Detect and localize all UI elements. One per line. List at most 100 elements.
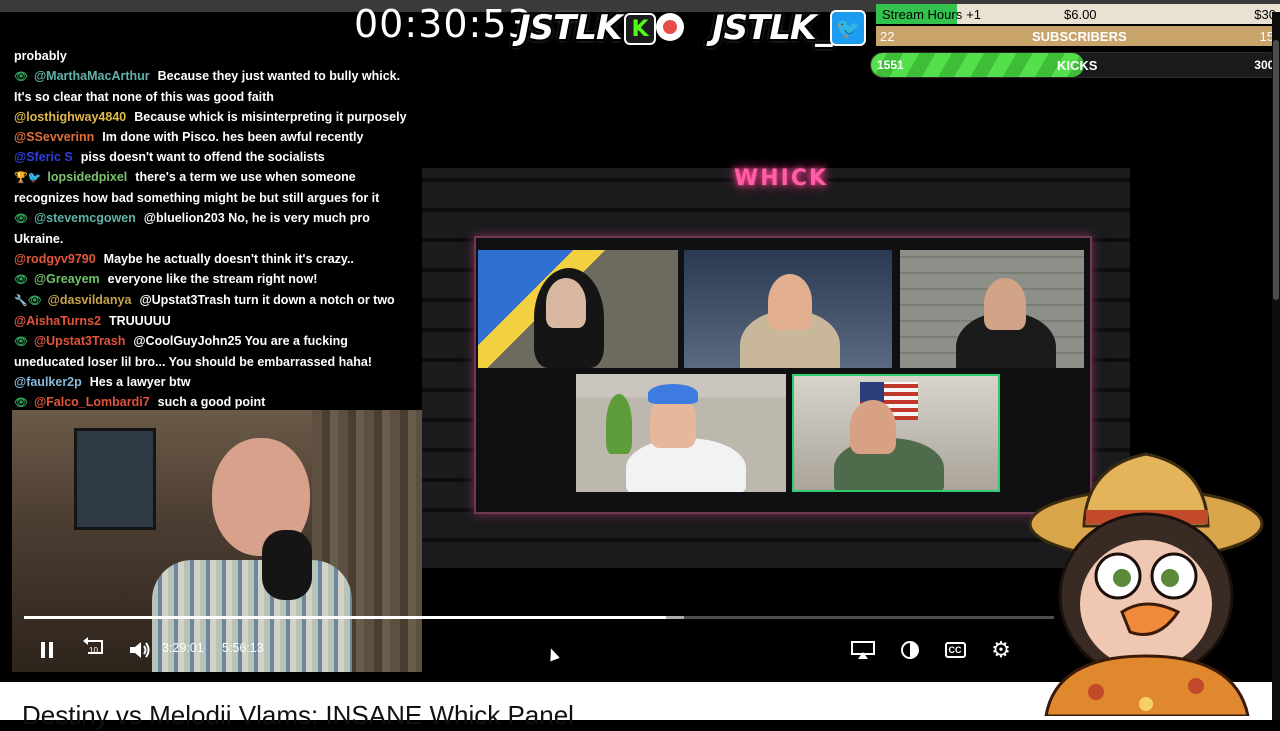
microphone bbox=[262, 530, 312, 600]
chat-message: 👁 @Upstat3Trash @CoolGuyJohn25 You are a f… bbox=[14, 331, 420, 372]
scrollbar-thumb[interactable] bbox=[1273, 40, 1279, 300]
chat-badge-icon: 🏆🐦 bbox=[14, 172, 42, 184]
current-time: 3:29:01 bbox=[162, 641, 204, 655]
chat-badge-icon: 👁 bbox=[14, 71, 28, 83]
volume-button[interactable] bbox=[126, 636, 154, 664]
chat-text: TRUUUUU bbox=[108, 314, 171, 328]
chat-message: @Sferic S piss doesn't want to offend the… bbox=[14, 147, 420, 167]
chat-username[interactable]: @Sferic S bbox=[14, 150, 73, 164]
penguin-mascot bbox=[1028, 452, 1264, 716]
panelist-2-face bbox=[768, 274, 812, 330]
captions-button[interactable]: CC bbox=[940, 636, 970, 664]
settings-button[interactable]: ⚙ bbox=[986, 636, 1016, 664]
subscribers-goal: 22 SUBSCRIBERS 15 bbox=[876, 26, 1280, 46]
jstlk-twitter-logo: JSTLK_ bbox=[712, 8, 832, 48]
chat-message: 🔧👁 @dasvildanya @Upstat3Trash turn it down… bbox=[14, 290, 420, 311]
time-separator: / bbox=[210, 641, 214, 655]
contrast-button[interactable] bbox=[896, 636, 924, 664]
chat-badge-icon: 👁 bbox=[14, 274, 28, 286]
chat-badge-icon: 👁 bbox=[14, 336, 28, 348]
streamer-webcam bbox=[12, 410, 422, 672]
propeller-hat bbox=[648, 384, 698, 404]
chat-text: everyone like the stream right now! bbox=[107, 272, 318, 286]
chat-username[interactable]: @AishaTurns2 bbox=[14, 314, 101, 328]
kicks-goal: 1551 KICKS 3000 bbox=[870, 52, 1280, 78]
chat-username[interactable]: @Greayem bbox=[34, 272, 100, 286]
mascot-left-pupil bbox=[1113, 569, 1131, 587]
chat-text: piss doesn't want to offend the socialis… bbox=[80, 150, 325, 164]
panelist-tile-4 bbox=[576, 374, 786, 492]
chat-message: @AishaTurns2 TRUUUUU bbox=[14, 311, 420, 331]
chat-username[interactable]: @stevemcgowen bbox=[34, 211, 136, 225]
kicks-label: KICKS bbox=[1057, 57, 1098, 73]
total-time: 5:56:13 bbox=[222, 641, 264, 655]
stream-hours-plus: +1 bbox=[966, 6, 982, 22]
chat-username[interactable]: @SSevverinn bbox=[14, 130, 94, 144]
chat-text: Because whick is misinterpreting it purp… bbox=[134, 110, 407, 124]
mascot-right-pupil bbox=[1161, 569, 1179, 587]
panelist-tile-2 bbox=[684, 250, 892, 368]
record-icon bbox=[656, 13, 684, 41]
video-title: Destiny vs Melodii Vlams: INSANE Whick P… bbox=[22, 700, 574, 730]
volume-icon bbox=[130, 642, 150, 658]
chat-message: 👁 @stevemcgowen @bluelion203 No, he is ver… bbox=[14, 208, 420, 249]
rewind-10-icon: 10 bbox=[82, 636, 106, 664]
chat-username[interactable]: @Upstat3Trash bbox=[34, 334, 125, 348]
kicks-current: 1551 bbox=[877, 58, 904, 72]
pause-icon bbox=[41, 642, 53, 658]
chat-text: Maybe he actually doesn't think it's cra… bbox=[103, 252, 354, 266]
shirt-flower bbox=[1088, 684, 1104, 700]
stream-hours-goal: Stream Hours +1 $6.00 $30 bbox=[876, 4, 1280, 24]
stream-hours-label: Stream Hours bbox=[882, 6, 963, 22]
jstlk-kick-logo: JSTLK bbox=[518, 8, 622, 48]
airplay-icon bbox=[851, 641, 875, 659]
panelist-tile-1 bbox=[478, 250, 678, 368]
panelist-1-face bbox=[546, 278, 586, 328]
shirt-flower bbox=[1188, 678, 1204, 694]
whick-neon-logo: WHICK bbox=[734, 166, 829, 191]
chat-message: 👁 @MarthaMacArthur Because they just wante… bbox=[14, 66, 420, 107]
panelist-5-face bbox=[850, 400, 896, 454]
chat-overlay: probably 👁 @MarthaMacArthur Because they ju… bbox=[14, 46, 420, 413]
mouse-cursor bbox=[546, 646, 560, 662]
panelist-3-face bbox=[984, 278, 1026, 330]
twitter-icon: 🐦 bbox=[830, 10, 866, 46]
contrast-icon bbox=[901, 641, 919, 659]
chat-username[interactable]: @rodgyv9790 bbox=[14, 252, 96, 266]
chat-username[interactable]: lopsidedpixel bbox=[47, 170, 127, 184]
chat-message: 🏆🐦 lopsidedpixel there's a term we use whe… bbox=[14, 167, 420, 208]
airplay-button[interactable] bbox=[848, 636, 878, 664]
chat-text: such a good point bbox=[157, 395, 266, 409]
subscribers-label: SUBSCRIBERS bbox=[1032, 28, 1127, 44]
chat-text: @Upstat3Trash turn it down a notch or tw… bbox=[139, 293, 395, 307]
chat-username[interactable]: @losthighway4840 bbox=[14, 110, 126, 124]
chat-username[interactable]: @dasvildanya bbox=[48, 293, 132, 307]
chat-message: 👁 @Greayem everyone like the stream right … bbox=[14, 269, 420, 290]
chat-badge-icon: 👁 bbox=[14, 213, 28, 225]
chat-message: @faulker2p Hes a lawyer btw bbox=[14, 372, 420, 392]
subscribers-left: 22 bbox=[880, 28, 895, 44]
progress-played bbox=[24, 616, 666, 619]
wall-poster bbox=[74, 428, 156, 530]
chat-username[interactable]: @MarthaMacArthur bbox=[34, 69, 150, 83]
chat-username[interactable]: @Falco_Lombardi7 bbox=[34, 395, 150, 409]
shirt-flower bbox=[1139, 697, 1153, 711]
chat-username[interactable]: @faulker2p bbox=[14, 375, 82, 389]
gear-icon: ⚙ bbox=[991, 637, 1011, 662]
chat-message: @SSevverinn Im done with Pisco. hes been … bbox=[14, 127, 420, 147]
pause-button[interactable] bbox=[34, 636, 60, 664]
chat-text: Im done with Pisco. hes been awful recen… bbox=[102, 130, 364, 144]
chat-message: @losthighway4840 Because whick is misinte… bbox=[14, 107, 420, 127]
chat-text: probably bbox=[14, 49, 67, 63]
stream-timer: 00:30:53 bbox=[354, 2, 533, 46]
cc-icon: CC bbox=[944, 642, 966, 658]
rewind-10-label: 10 bbox=[89, 645, 98, 655]
panelist-tile-3 bbox=[900, 250, 1084, 368]
chat-message: @rodgyv9790 Maybe he actually doesn't thi… bbox=[14, 249, 420, 269]
kick-icon: K bbox=[624, 13, 656, 45]
panelist-tile-5 bbox=[792, 374, 1000, 492]
chat-badge-icon: 🔧👁 bbox=[14, 295, 42, 307]
chat-message: probably bbox=[14, 46, 420, 66]
stream-hours-mid: $6.00 bbox=[1064, 6, 1097, 22]
rewind-10-button[interactable]: 10 bbox=[80, 636, 108, 664]
